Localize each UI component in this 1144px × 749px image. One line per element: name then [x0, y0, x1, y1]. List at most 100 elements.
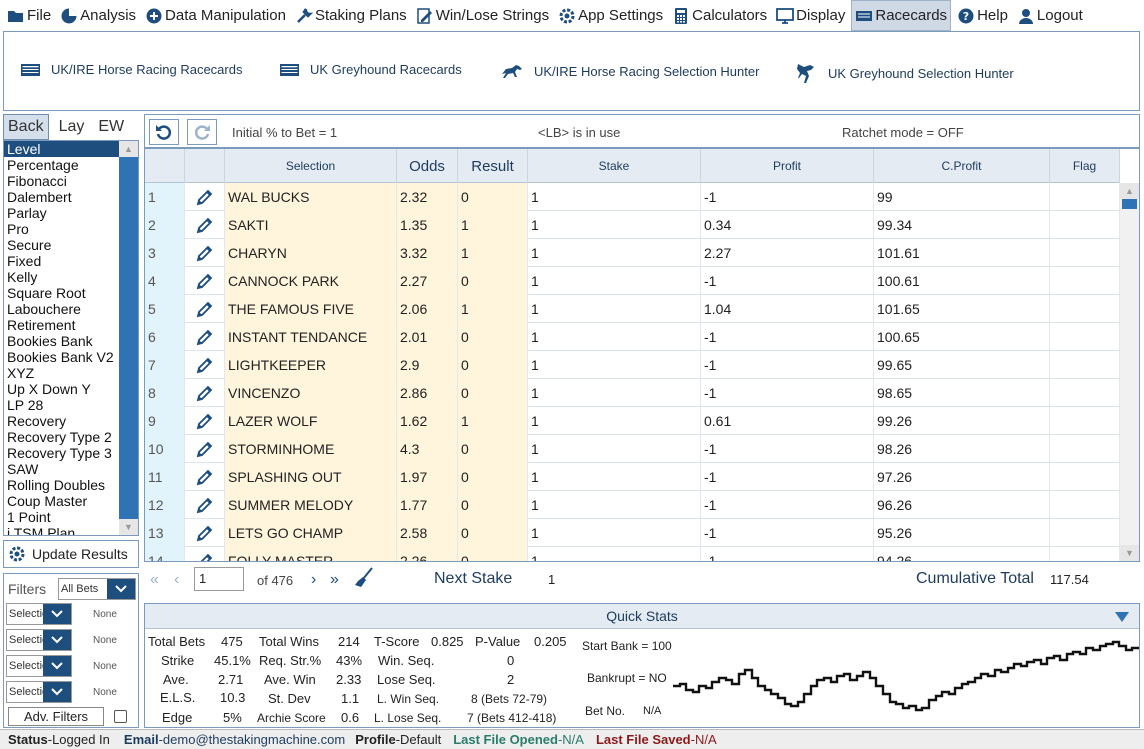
tab-lay[interactable]: Lay — [55, 114, 89, 140]
strategy-item[interactable]: Rolling Doubles — [4, 477, 119, 493]
column-header[interactable]: C.Profit — [874, 149, 1050, 183]
strategy-item[interactable]: Dalembert — [4, 189, 119, 205]
edit-pencil-icon[interactable] — [185, 519, 225, 547]
strategy-item[interactable]: XYZ — [4, 365, 119, 381]
menu-analysis[interactable]: Analysis — [57, 0, 139, 31]
menu-help[interactable]: ? Help — [954, 0, 1011, 31]
strategy-item[interactable]: Recovery Type 3 — [4, 445, 119, 461]
strategy-item[interactable]: Retirement — [4, 317, 119, 333]
strategy-item[interactable]: Percentage — [4, 157, 119, 173]
edit-pencil-icon[interactable] — [185, 435, 225, 463]
strategy-item[interactable]: Level — [4, 141, 119, 157]
edit-pencil-icon[interactable] — [185, 379, 225, 407]
strategy-item[interactable]: Bookies Bank V2 — [4, 349, 119, 365]
strategy-item[interactable]: Recovery — [4, 413, 119, 429]
column-header[interactable]: Odds — [397, 149, 458, 183]
edit-pencil-icon[interactable] — [185, 211, 225, 239]
collapse-triangle-icon[interactable] — [1115, 612, 1129, 622]
strategy-item[interactable]: LP 28 — [4, 397, 119, 413]
edit-pencil-icon[interactable] — [185, 351, 225, 379]
strategy-item[interactable]: Recovery Type 2 — [4, 429, 119, 445]
edit-pencil-icon[interactable] — [185, 295, 225, 323]
menu-app-settings[interactable]: App Settings — [555, 0, 666, 31]
table-row[interactable]: 7 LIGHTKEEPER 2.9 0 1 -1 99.65 — [145, 351, 1120, 379]
menu-racecards[interactable]: Racecards — [851, 0, 952, 31]
grid-scrollbar[interactable]: ▲ ▼ — [1120, 183, 1139, 561]
menu-file[interactable]: File — [4, 0, 54, 31]
strategy-item[interactable]: Coup Master — [4, 493, 119, 509]
adv-filters-button[interactable]: Adv. Filters — [8, 707, 104, 726]
quick-stats-header[interactable]: Quick Stats — [145, 604, 1139, 629]
tab-ew[interactable]: EW — [94, 114, 128, 140]
filter-select[interactable]: Selection — [6, 629, 72, 651]
strategy-list[interactable]: Level Percentage Fibonacci Dalembert Parlay P… — [3, 140, 139, 536]
edit-pencil-icon[interactable] — [185, 547, 225, 561]
grid-scroll-thumb[interactable] — [1122, 199, 1137, 209]
column-header[interactable]: Profit — [701, 149, 874, 183]
strategy-item[interactable]: Kelly — [4, 269, 119, 285]
edit-pencil-icon[interactable] — [185, 323, 225, 351]
table-row[interactable]: 6 INSTANT TENDANCE 2.01 0 1 -1 100.65 — [145, 323, 1120, 351]
strategy-item[interactable]: i TSM Plan — [4, 525, 119, 535]
page-number-input[interactable]: 1 — [194, 567, 244, 591]
prev-page-icon[interactable]: ‹ — [174, 571, 179, 589]
table-row[interactable]: 10 STORMINHOME 4.3 0 1 -1 98.26 — [145, 435, 1120, 463]
redo-button[interactable] — [187, 119, 217, 145]
strategy-item[interactable]: SAW — [4, 461, 119, 477]
chevron-down-icon[interactable] — [43, 682, 71, 702]
strategy-item[interactable]: Parlay — [4, 205, 119, 221]
strategy-scrollbar[interactable]: ▲ ▼ — [119, 141, 138, 535]
scroll-up-icon[interactable]: ▲ — [1120, 183, 1139, 199]
table-row[interactable]: 1 WAL BUCKS 2.32 0 1 -1 99 — [145, 183, 1120, 211]
filter-select[interactable]: Selection — [6, 655, 72, 677]
scroll-down-icon[interactable]: ▼ — [119, 519, 138, 535]
strategy-item[interactable]: Labouchere — [4, 301, 119, 317]
strategy-item[interactable]: Up X Down Y — [4, 381, 119, 397]
table-row[interactable]: 13 LETS GO CHAMP 2.58 0 1 -1 95.26 — [145, 519, 1120, 547]
ribbon-greyhound-selection-hunter[interactable]: UK Greyhound Selection Hunter — [794, 62, 1014, 84]
strategy-item[interactable]: Secure — [4, 237, 119, 253]
menu-data-manipulation[interactable]: Data Manipulation — [142, 0, 289, 31]
menu-calculators[interactable]: Calculators — [669, 0, 770, 31]
table-row[interactable]: 14 FOLLY MASTER 2.26 0 1 -1 94.26 — [145, 547, 1120, 561]
strategy-item[interactable]: Fibonacci — [4, 173, 119, 189]
first-page-icon[interactable]: « — [150, 571, 159, 589]
edit-pencil-icon[interactable] — [185, 267, 225, 295]
last-page-icon[interactable]: » — [330, 571, 339, 589]
chevron-down-icon[interactable] — [107, 579, 135, 599]
edit-pencil-icon[interactable] — [185, 183, 225, 211]
filter-select[interactable]: Selection — [6, 603, 72, 625]
table-row[interactable]: 4 CANNOCK PARK 2.27 0 1 -1 100.61 — [145, 267, 1120, 295]
next-page-icon[interactable]: › — [311, 571, 316, 589]
strategy-item[interactable]: Bookies Bank — [4, 333, 119, 349]
adv-filters-checkbox[interactable] — [114, 710, 127, 723]
table-row[interactable]: 5 THE FAMOUS FIVE 2.06 1 1 1.04 101.65 — [145, 295, 1120, 323]
filter-select[interactable]: Selection — [6, 681, 72, 703]
menu-display[interactable]: Display — [773, 0, 848, 31]
strategy-item[interactable]: 1 Point — [4, 509, 119, 525]
strategy-item[interactable]: Square Root — [4, 285, 119, 301]
table-row[interactable]: 3 CHARYN 3.32 1 1 2.27 101.61 — [145, 239, 1120, 267]
column-header[interactable]: Flag — [1050, 149, 1120, 183]
strategy-item[interactable]: Pro — [4, 221, 119, 237]
column-header[interactable] — [185, 149, 225, 183]
chevron-down-icon[interactable] — [43, 630, 71, 650]
edit-pencil-icon[interactable] — [185, 407, 225, 435]
undo-button[interactable] — [149, 119, 179, 145]
menu-logout[interactable]: Logout — [1014, 0, 1086, 31]
menu-staking-plans[interactable]: Staking Plans — [292, 0, 410, 31]
chevron-down-icon[interactable] — [43, 604, 71, 624]
column-header[interactable]: Selection — [225, 149, 397, 183]
ribbon-horse-racecards[interactable]: UK/IRE Horse Racing Racecards — [21, 62, 242, 77]
chevron-down-icon[interactable] — [43, 656, 71, 676]
filter-main-select[interactable]: All Bets — [58, 578, 136, 600]
column-header[interactable]: Stake — [528, 149, 701, 183]
strategy-item[interactable]: Fixed — [4, 253, 119, 269]
table-row[interactable]: 11 SPLASHING OUT 1.97 0 1 -1 97.26 — [145, 463, 1120, 491]
scroll-up-icon[interactable]: ▲ — [119, 141, 138, 157]
column-header[interactable] — [145, 149, 185, 183]
ribbon-horse-selection-hunter[interactable]: UK/IRE Horse Racing Selection Hunter — [500, 62, 759, 80]
edit-pencil-icon[interactable] — [185, 463, 225, 491]
broom-icon[interactable] — [354, 567, 374, 594]
table-row[interactable]: 12 SUMMER MELODY 1.77 0 1 -1 96.26 — [145, 491, 1120, 519]
